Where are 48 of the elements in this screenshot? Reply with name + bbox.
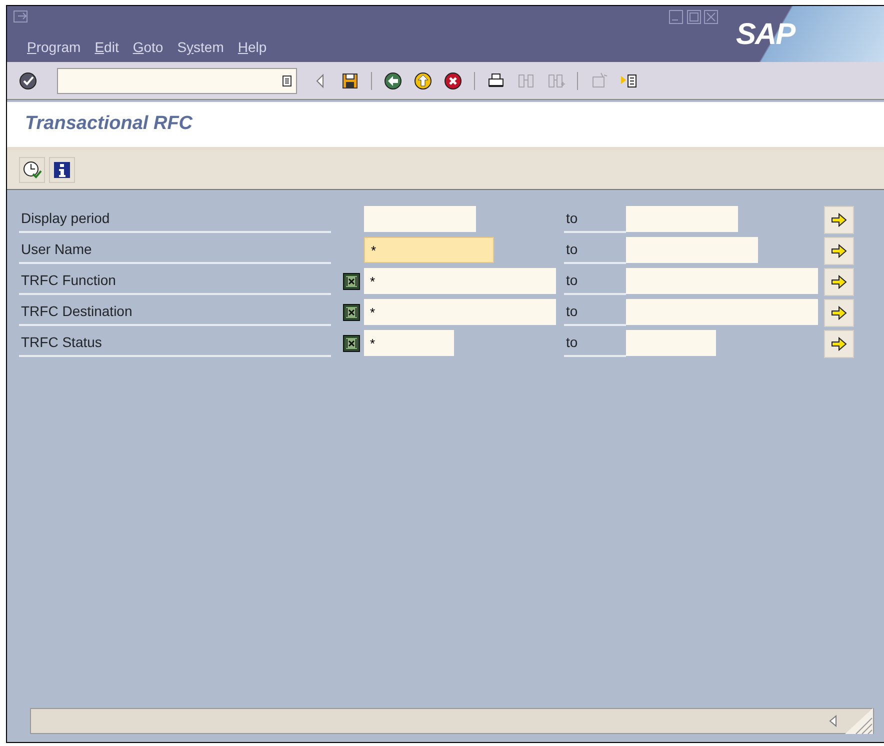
resize-grip-icon[interactable] [845, 708, 873, 734]
menu-item[interactable]: Program [27, 37, 81, 58]
multiple-selection-button[interactable] [824, 268, 854, 296]
multiple-selection-button[interactable] [824, 237, 854, 265]
scroll-left-icon[interactable] [827, 714, 839, 728]
clock-check-icon [22, 160, 42, 180]
input-field[interactable] [626, 237, 758, 263]
input-field[interactable]: * [364, 330, 454, 356]
back-icon[interactable] [383, 70, 403, 90]
menu-item[interactable]: Goto [132, 37, 164, 58]
enter-icon[interactable] [18, 70, 38, 90]
save-icon[interactable] [340, 70, 360, 90]
input-field[interactable] [626, 268, 818, 294]
info-button[interactable] [49, 156, 75, 182]
input-field[interactable]: * [364, 299, 556, 325]
screen-title: Transactional RFC [25, 112, 193, 136]
command-field[interactable] [57, 68, 297, 94]
history-list-icon[interactable] [282, 74, 292, 86]
multiple-selection-icon[interactable] [343, 273, 360, 290]
input-field[interactable] [626, 299, 818, 325]
input-field[interactable] [626, 206, 738, 232]
multiple-selection-icon[interactable] [343, 335, 360, 352]
input-field[interactable]: * [364, 268, 556, 294]
multiple-selection-button[interactable] [824, 206, 854, 234]
cancel-icon[interactable] [443, 70, 463, 90]
input-field[interactable]: * [364, 237, 494, 263]
menu-item[interactable]: Edit [94, 37, 119, 58]
exit-icon[interactable] [413, 70, 433, 90]
arrow-right-icon [830, 274, 848, 290]
field-label: TRFC Status [19, 330, 331, 357]
arrow-right-icon [830, 212, 848, 228]
multiple-selection-icon[interactable] [343, 304, 360, 321]
arrow-right-icon [830, 305, 848, 321]
field-label: User Name [19, 237, 331, 264]
arrow-right-icon [830, 243, 848, 259]
field-label: Display period [19, 206, 331, 233]
input-field[interactable] [626, 330, 716, 356]
field-label: TRFC Function [19, 268, 331, 295]
clock-check-button[interactable] [19, 156, 45, 182]
info-icon [52, 160, 72, 180]
multiple-selection-button[interactable] [824, 299, 854, 327]
menu-item[interactable]: Help [238, 37, 267, 58]
input-field[interactable] [364, 206, 476, 232]
sap-logo: SAP [736, 16, 795, 52]
menu-item[interactable]: System [177, 37, 224, 58]
multiple-selection-button[interactable] [824, 330, 854, 358]
field-label: TRFC Destination [19, 299, 331, 326]
arrow-right-icon [830, 336, 848, 352]
